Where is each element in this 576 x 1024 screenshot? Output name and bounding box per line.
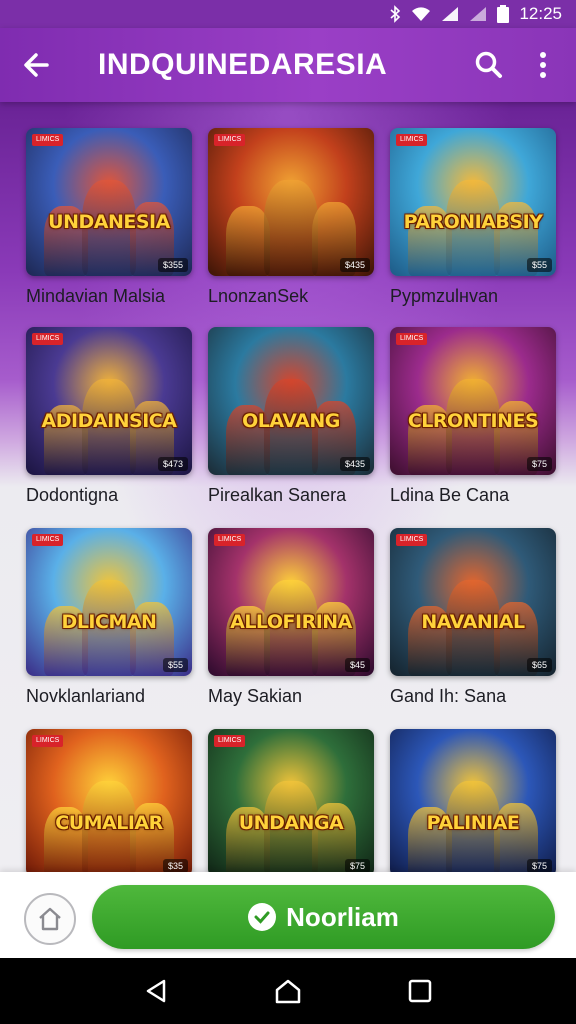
game-logo-text: CUMALIAR: [55, 812, 163, 834]
game-logo-text: ALLOFIRINA: [230, 611, 352, 633]
game-logo-text: PALINIAE: [426, 812, 520, 834]
status-bar: 12:25: [0, 0, 576, 28]
game-title: Novklanlariand: [26, 686, 146, 706]
game-card[interactable]: LIMICS PARONIABSIY $55 Pypmzulнvan: [390, 128, 556, 307]
game-tag-badge: LIMICS: [32, 534, 64, 546]
game-meta-badge: $75: [344, 859, 370, 873]
game-card[interactable]: LIMICS $435 LnonzanSek: [208, 128, 374, 307]
game-meta-badge: $435: [339, 457, 370, 471]
game-title: LnonzanSek: [208, 286, 309, 306]
game-logo-text: UNDANESIA: [48, 211, 170, 233]
triangle-back-icon: [146, 979, 166, 1003]
game-title: Pypmzulнvan: [390, 286, 498, 306]
game-logo-text: ADIDAINSICA: [41, 410, 177, 432]
game-card[interactable]: LIMICS CLRONTINES $75 Ldina Be Cana: [390, 327, 556, 506]
game-thumbnail: LIMICS ALLOFIRINA $45: [208, 528, 374, 676]
game-thumbnail: OLAVANG $435: [208, 327, 374, 475]
home-button[interactable]: [24, 893, 76, 945]
game-tag-badge: LIMICS: [214, 534, 246, 546]
search-button[interactable]: [462, 28, 516, 102]
game-tag-badge: LIMICS: [396, 534, 428, 546]
nav-recents-button[interactable]: [390, 966, 450, 1016]
game-title: Ldina Be Cana: [390, 485, 510, 505]
game-thumbnail: PALINIAE $75: [390, 729, 556, 877]
game-thumbnail: LIMICS PARONIABSIY $55: [390, 128, 556, 276]
system-nav-bar: [0, 958, 576, 1024]
game-tag-badge: LIMICS: [32, 735, 64, 747]
game-thumbnail: LIMICS NAVANIAL $65: [390, 528, 556, 676]
battery-icon: [497, 5, 510, 23]
game-meta-badge: $55: [162, 658, 188, 672]
back-button[interactable]: [0, 28, 72, 102]
game-card[interactable]: LIMICS DLICMAN $55 Novklanlariand: [26, 528, 192, 707]
game-title: Mindavian Malsia: [26, 286, 166, 306]
game-tag-badge: LIMICS: [32, 333, 64, 345]
game-tag-badge: LIMICS: [396, 333, 428, 345]
game-card[interactable]: LIMICS UNDANGA $75: [208, 729, 374, 877]
game-meta-badge: $355: [157, 258, 188, 272]
app-bar: INDQUINEDARESIA: [0, 28, 576, 102]
game-card[interactable]: LIMICS ALLOFIRINA $45 May Sakian: [208, 528, 374, 707]
page-title: INDQUINEDARESIA: [98, 48, 388, 81]
game-card[interactable]: OLAVANG $435 Pirealkan Sanera: [208, 327, 374, 506]
game-logo-text: OLAVANG: [242, 410, 340, 432]
game-card[interactable]: PALINIAE $75: [390, 729, 556, 877]
square-recents-icon: [408, 979, 432, 1003]
game-meta-badge: $473: [157, 457, 188, 471]
game-title: Gand Ih: Sana: [390, 686, 507, 706]
game-logo-text: CLRONTINES: [407, 410, 539, 432]
game-thumbnail: LIMICS $435: [208, 128, 374, 276]
house-outline-icon: [275, 979, 301, 1004]
game-meta-badge: $55: [526, 258, 552, 272]
game-tag-badge: LIMICS: [214, 134, 246, 146]
game-card[interactable]: LIMICS UNDANESIA $355 Mindavian Malsia: [26, 128, 192, 307]
nav-home-button[interactable]: [258, 966, 318, 1016]
bluetooth-icon: [389, 5, 401, 23]
game-logo-text: PARONIABSIY: [403, 211, 543, 233]
game-meta-badge: $65: [526, 658, 552, 672]
game-title: May Sakian: [208, 686, 303, 706]
game-meta-badge: $75: [526, 457, 552, 471]
signal-icon: [441, 6, 459, 22]
bottom-action-bar: Noorliam: [0, 872, 576, 958]
game-logo-text: DLICMAN: [61, 611, 157, 633]
home-icon: [39, 907, 61, 931]
game-meta-badge: $35: [162, 859, 188, 873]
status-time: 12:25: [519, 4, 562, 23]
game-title: Pirealkan Sanera: [208, 485, 347, 505]
game-thumbnail: LIMICS UNDANESIA $355: [26, 128, 192, 276]
game-tag-badge: LIMICS: [32, 134, 64, 146]
game-meta-badge: $435: [339, 258, 370, 272]
primary-action-button[interactable]: Noorliam: [92, 885, 555, 949]
game-thumbnail: LIMICS UNDANGA $75: [208, 729, 374, 877]
game-logo-text: UNDANGA: [238, 812, 344, 834]
game-meta-badge: $45: [344, 658, 370, 672]
game-thumbnail: LIMICS CLRONTINES $75: [390, 327, 556, 475]
character-figure: [264, 180, 318, 276]
search-icon: [475, 51, 502, 78]
wifi-icon: [411, 6, 431, 22]
game-thumbnail: LIMICS CUMALIAR $35: [26, 729, 192, 877]
arrow-back-icon: [24, 53, 49, 77]
signal-icon-2: [469, 6, 487, 22]
more-options-button[interactable]: [516, 28, 570, 102]
game-logo-text: NAVANIAL: [421, 611, 525, 633]
game-tag-badge: LIMICS: [214, 735, 246, 747]
game-card[interactable]: LIMICS CUMALIAR $35: [26, 729, 192, 877]
game-thumbnail: LIMICS DLICMAN $55: [26, 528, 192, 676]
primary-action-label: Noorliam: [286, 901, 399, 932]
check-icon: [248, 903, 277, 931]
game-card[interactable]: LIMICS NAVANIAL $65 Gand Ih: Sana: [390, 528, 556, 707]
game-thumbnail: LIMICS ADIDAINSICA $473: [26, 327, 192, 475]
game-card[interactable]: LIMICS ADIDAINSICA $473 Dodontigna: [26, 327, 192, 506]
game-title: Dodontigna: [26, 485, 119, 505]
game-tag-badge: LIMICS: [396, 134, 428, 146]
more-vert-icon: [540, 52, 546, 78]
nav-back-button[interactable]: [126, 966, 186, 1016]
game-meta-badge: $75: [526, 859, 552, 873]
